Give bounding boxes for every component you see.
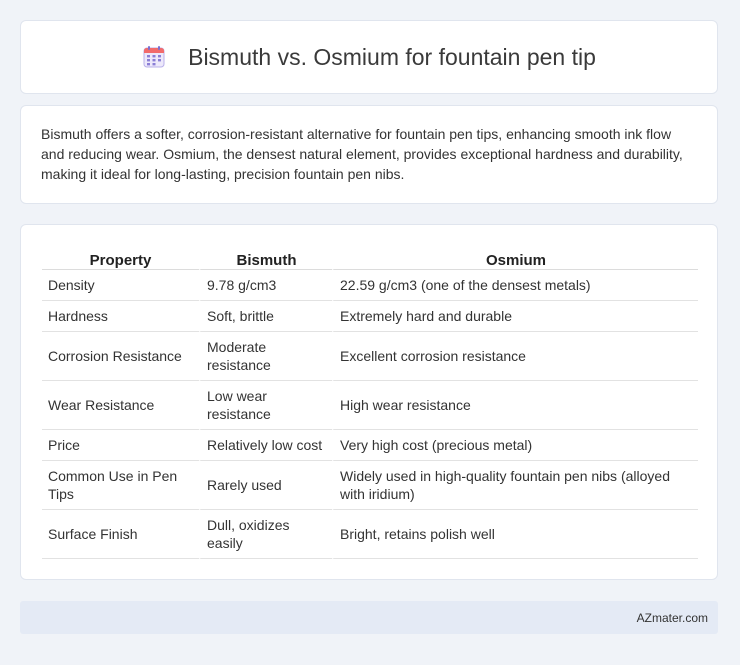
header-osmium: Osmium	[332, 245, 698, 270]
table-row: Common Use in Pen Tips Rarely used Widel…	[42, 461, 698, 510]
cell-property: Hardness	[42, 301, 199, 332]
cell-property: Wear Resistance	[42, 381, 199, 430]
cell-property: Surface Finish	[42, 510, 199, 559]
header-card: Bismuth vs. Osmium for fountain pen tip	[20, 20, 718, 94]
title-wrap: Bismuth vs. Osmium for fountain pen tip	[142, 44, 596, 71]
cell-property: Density	[42, 270, 199, 301]
cell-bismuth: Moderate resistance	[199, 332, 332, 381]
table-row: Density 9.78 g/cm3 22.59 g/cm3 (one of t…	[42, 270, 698, 301]
table-row: Corrosion Resistance Moderate resistance…	[42, 332, 698, 381]
description-text: Bismuth offers a softer, corrosion-resis…	[41, 126, 683, 182]
cell-bismuth: Soft, brittle	[199, 301, 332, 332]
cell-osmium: Very high cost (precious metal)	[332, 430, 698, 461]
cell-bismuth: 9.78 g/cm3	[199, 270, 332, 301]
table-row: Hardness Soft, brittle Extremely hard an…	[42, 301, 698, 332]
table-row: Surface Finish Dull, oxidizes easily Bri…	[42, 510, 698, 559]
cell-property: Common Use in Pen Tips	[42, 461, 199, 510]
cell-bismuth: Relatively low cost	[199, 430, 332, 461]
header-property: Property	[42, 245, 199, 270]
cell-property: Price	[42, 430, 199, 461]
cell-osmium: Extremely hard and durable	[332, 301, 698, 332]
table-row: Price Relatively low cost Very high cost…	[42, 430, 698, 461]
description-card: Bismuth offers a softer, corrosion-resis…	[20, 105, 718, 204]
table-row: Wear Resistance Low wear resistance High…	[42, 381, 698, 430]
cell-bismuth: Dull, oxidizes easily	[199, 510, 332, 559]
cell-osmium: Excellent corrosion resistance	[332, 332, 698, 381]
cell-osmium: Widely used in high-quality fountain pen…	[332, 461, 698, 510]
cell-osmium: 22.59 g/cm3 (one of the densest metals)	[332, 270, 698, 301]
cell-osmium: Bright, retains polish well	[332, 510, 698, 559]
header-bismuth: Bismuth	[199, 245, 332, 270]
table-header-row: Property Bismuth Osmium	[42, 245, 698, 270]
cell-bismuth: Rarely used	[199, 461, 332, 510]
cell-property: Corrosion Resistance	[42, 332, 199, 381]
cell-osmium: High wear resistance	[332, 381, 698, 430]
page-title: Bismuth vs. Osmium for fountain pen tip	[188, 43, 596, 70]
footer-site-link[interactable]: AZmater.com	[637, 611, 708, 625]
comparison-table: Property Bismuth Osmium Density 9.78 g/c…	[42, 245, 698, 559]
cell-bismuth: Low wear resistance	[199, 381, 332, 430]
footer-bar: AZmater.com	[20, 601, 718, 634]
calendar-icon	[143, 46, 165, 68]
comparison-table-card: Property Bismuth Osmium Density 9.78 g/c…	[20, 224, 718, 580]
